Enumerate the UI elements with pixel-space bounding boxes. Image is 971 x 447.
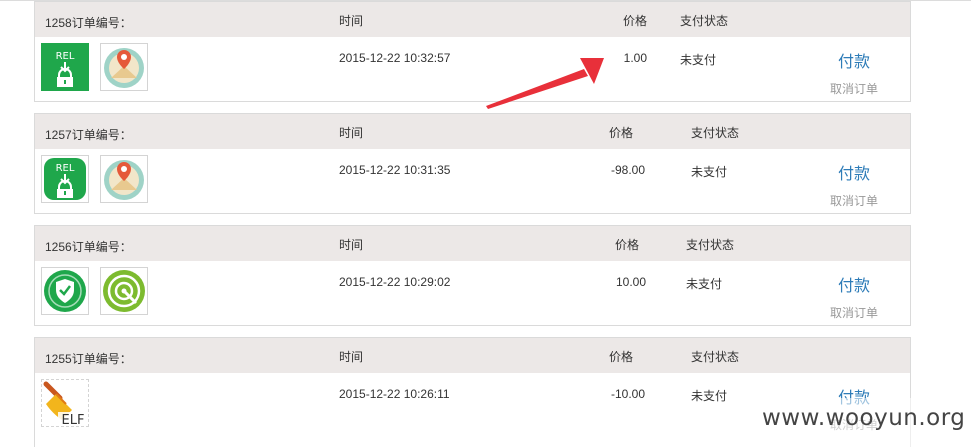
status-header: 支付状态 [680, 14, 729, 28]
order-header: 1257订单编号： 时间 价格 支付状态 [35, 114, 910, 149]
order-body: REL 2015-12-22 10:32:57 1.00 未支付 付款 取消订单 [35, 37, 910, 101]
price-header: 价格 [609, 350, 634, 364]
order-card: 1256订单编号： 时间 价格 支付状态 2015-12-22 10:29:02… [34, 225, 911, 326]
pay-button[interactable]: 付款 [838, 160, 870, 184]
order-number: 1256订单编号： [45, 240, 132, 254]
order-status: 未支付 [691, 389, 728, 403]
cancel-order-link[interactable]: 取消订单 [830, 80, 878, 97]
order-header: 1255订单编号： 时间 价格 支付状态 [35, 338, 910, 373]
price-header: 价格 [609, 126, 634, 140]
order-header: 1256订单编号： 时间 价格 支付状态 [35, 226, 910, 261]
order-price: -10.00 [610, 387, 645, 401]
status-header: 支付状态 [691, 350, 740, 364]
price-header: 价格 [623, 14, 648, 28]
map-pin-app-icon[interactable] [100, 155, 148, 203]
order-number: 1258订单编号： [45, 16, 132, 30]
cancel-order-link[interactable]: 取消订单 [830, 192, 878, 209]
order-price: -98.00 [610, 163, 645, 177]
order-number: 1257订单编号： [45, 128, 132, 142]
order-body: 2015-12-22 10:29:02 10.00 未支付 付款 取消订单 [35, 261, 910, 325]
order-time: 2015-12-22 10:32:57 [339, 51, 451, 65]
pay-button[interactable]: 付款 [838, 48, 870, 72]
status-header: 支付状态 [686, 238, 735, 252]
svg-text:REL: REL [56, 163, 75, 174]
watermark: www.wooyun.org [740, 398, 971, 447]
order-body: REL 2015-12-22 10:31:35 -98.00 未支付 付款 取消… [35, 149, 910, 213]
rel-lock-app-icon[interactable]: REL [41, 43, 89, 91]
rel-lock-app-icon[interactable]: REL [41, 155, 89, 203]
order-card: 1257订单编号： 时间 价格 支付状态 REL 2015-12-22 10:3… [34, 113, 911, 214]
order-number: 1255订单编号： [45, 352, 132, 366]
time-header: 时间 [339, 126, 364, 140]
shield-app-icon[interactable] [41, 267, 89, 315]
order-time: 2015-12-22 10:26:11 [339, 387, 450, 401]
watermark-text: www.wooyun.org [762, 405, 966, 431]
order-price: 10.00 [615, 275, 646, 289]
annotation-arrow [486, 58, 604, 109]
price-header: 价格 [615, 238, 640, 252]
cancel-order-link[interactable]: 取消订单 [830, 304, 878, 321]
order-card: 1258订单编号： 时间 价格 支付状态 REL 2015-12-22 10:3… [34, 1, 911, 102]
time-header: 时间 [339, 350, 364, 364]
order-time: 2015-12-22 10:29:02 [339, 275, 451, 289]
radar-app-icon[interactable] [100, 267, 148, 315]
order-time: 2015-12-22 10:31:35 [339, 163, 451, 177]
pay-button[interactable]: 付款 [838, 272, 870, 296]
elf-brush-app-icon[interactable]: ELF [41, 379, 89, 427]
svg-text:ELF: ELF [62, 413, 85, 426]
order-header: 1258订单编号： 时间 价格 支付状态 [35, 2, 910, 37]
status-header: 支付状态 [691, 126, 740, 140]
time-header: 时间 [339, 238, 364, 252]
order-status: 未支付 [691, 165, 728, 179]
map-pin-app-icon[interactable] [100, 43, 148, 91]
svg-text:REL: REL [56, 51, 75, 62]
time-header: 时间 [339, 14, 364, 28]
order-status: 未支付 [686, 277, 723, 291]
order-status: 未支付 [680, 53, 717, 67]
